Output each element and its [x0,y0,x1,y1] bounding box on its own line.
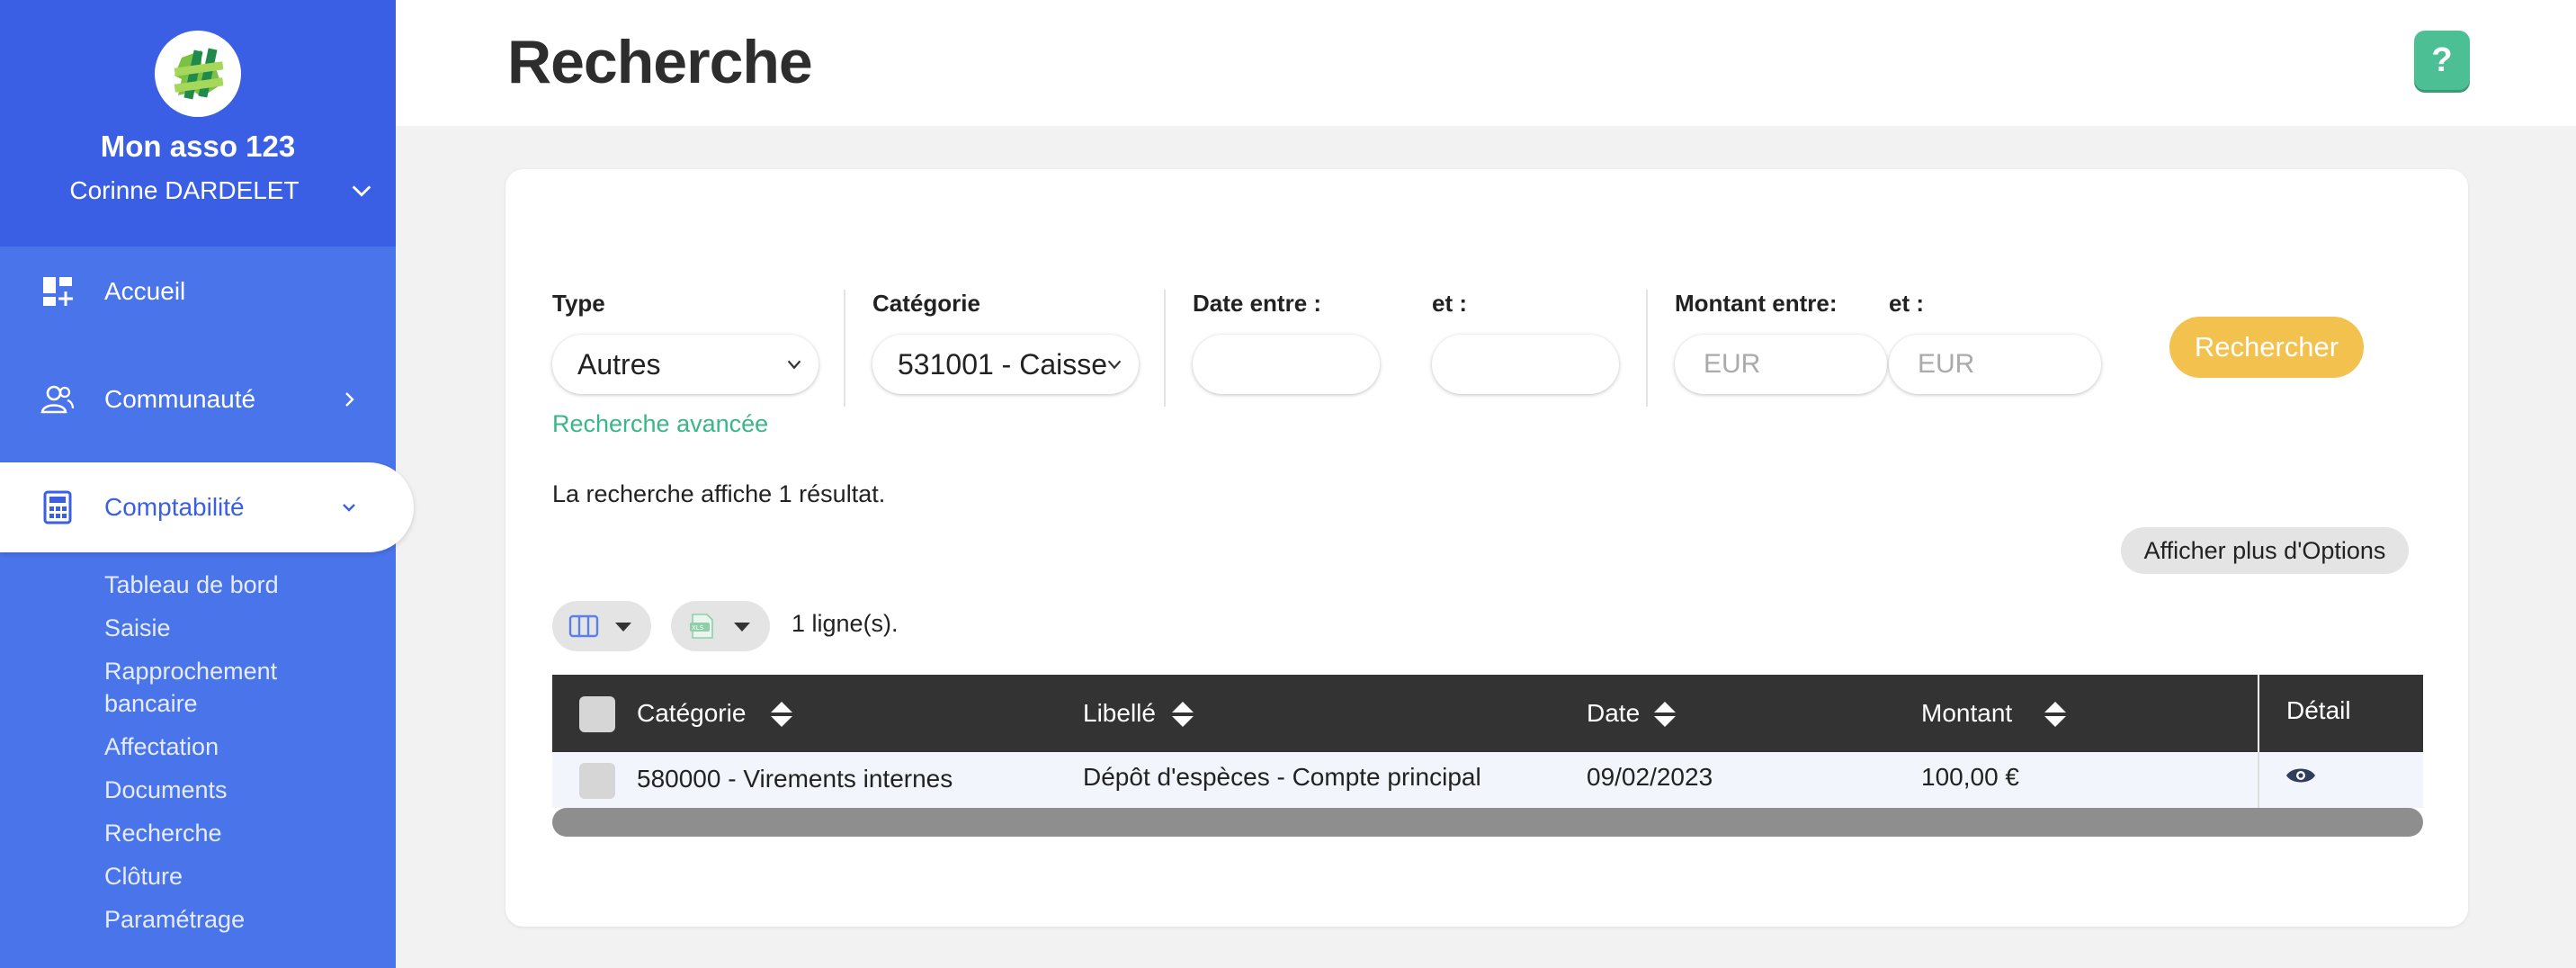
sidebar-item-label: Comptabilité [104,493,245,521]
date-from-label: Date entre : [1193,290,1322,317]
top-bar: Recherche ? [396,0,2576,126]
column-header-montant[interactable]: Montant [1921,675,2066,752]
eye-icon[interactable] [2285,765,2317,786]
advanced-search-link[interactable]: Recherche avancée [552,410,768,438]
sort-icon[interactable] [2042,700,2069,729]
subnav-cloture[interactable]: Clôture [104,860,279,892]
amount-to-label: et : [1889,290,1924,317]
row-checkbox[interactable] [579,763,615,799]
sort-icon[interactable] [1169,700,1196,729]
excel-export-icon: XLS [690,614,713,639]
amount-from-input[interactable]: EUR [1675,335,1887,394]
page-title: Recherche [507,28,813,96]
sort-icon[interactable] [1651,700,1678,729]
subnav-rapprochement-bancaire[interactable]: bancaire [104,687,279,720]
search-button[interactable]: Rechercher [2169,317,2364,378]
sidebar-item-communaute[interactable]: Communauté [0,354,396,444]
column-header-categorie[interactable]: Catégorie [637,675,792,752]
cell-date: 09/02/2023 [1587,763,1713,791]
help-button[interactable]: ? [2414,31,2470,90]
caret-down-icon [615,623,631,632]
type-select-value: Autres [577,348,661,381]
sort-icon[interactable] [768,700,795,729]
column-header-label: Montant [1921,699,2013,727]
org-name: Mon asso 123 [100,130,296,163]
amount-to-input[interactable]: EUR [1889,335,2101,394]
users-icon [40,385,75,414]
column-header-libelle[interactable]: Libellé [1083,675,1194,752]
column-header-detail: Détail [2258,675,2423,752]
category-select-value: 531001 - Caisse [898,348,1108,381]
sidebar-header: Mon asso 123 Corinne DARDELET [0,0,396,246]
cell-categorie: 580000 - Virements internes [637,765,953,793]
type-select[interactable]: Autres [552,335,818,394]
calculator-icon [43,490,72,524]
sidebar: Mon asso 123 Corinne DARDELET Accueil Co… [0,0,414,968]
caret-down-icon [734,623,750,632]
columns-toggle-button[interactable] [552,601,651,651]
type-label: Type [552,290,605,317]
subnav-saisie[interactable]: Saisie [104,612,279,644]
subnav-parametrage[interactable]: Paramétrage [104,903,279,936]
column-header-label: Catégorie [637,699,747,727]
chevron-down-icon [1107,360,1122,370]
subnav-affectation[interactable]: Affectation [104,730,279,763]
export-button[interactable]: XLS [671,601,770,651]
chevron-down-icon [787,360,801,370]
column-header-date[interactable]: Date [1587,675,1676,752]
filter-divider [1164,290,1166,407]
chevron-down-icon[interactable] [349,178,374,203]
search-card: Type Autres Catégorie 531001 - Caisse Da… [505,169,2468,927]
column-header-label: Date [1587,699,1641,727]
dashboard-icon [43,277,73,306]
sidebar-subnav: Tableau de bord Saisie Rapprochement ban… [104,569,279,936]
svg-text:XLS: XLS [692,624,704,632]
cell-libelle: Dépôt d'espèces - Compte principal [1083,763,1481,791]
category-select[interactable]: 531001 - Caisse [872,335,1139,394]
cell-montant: 100,00 € [1921,763,2019,791]
sidebar-item-accueil[interactable]: Accueil [0,246,396,336]
rows-count: 1 ligne(s). [792,610,899,637]
table-header: Catégorie Libellé Date Montant Détail [552,675,2423,752]
chevron-down-icon [343,504,355,512]
table-row[interactable]: 580000 - Virements internes Dépôt d'espè… [552,752,2423,808]
sidebar-item-label: Communauté [104,385,256,413]
horizontal-scrollbar[interactable] [552,808,2423,837]
logo-icon [155,31,241,117]
subnav-recherche[interactable]: Recherche [104,817,279,849]
more-options-button[interactable]: Afficher plus d'Options [2121,527,2409,574]
subnav-tableau-de-bord[interactable]: Tableau de bord [104,569,279,601]
result-summary: La recherche affiche 1 résultat. [552,480,886,507]
filter-divider [844,290,845,407]
chevron-right-icon [345,392,354,407]
column-header-label: Libellé [1083,699,1156,727]
sidebar-item-comptabilite[interactable]: Comptabilité [0,462,414,552]
cell-detail [2258,752,2423,808]
user-name[interactable]: Corinne DARDELET [0,176,369,205]
amount-from-label: Montant entre: [1675,290,1838,317]
columns-icon [568,614,599,638]
date-to-label: et : [1432,290,1467,317]
select-all-checkbox[interactable] [579,696,615,732]
sidebar-item-label: Accueil [104,277,186,305]
subnav-documents[interactable]: Documents [104,774,279,806]
subnav-rapprochement[interactable]: Rapprochement [104,655,279,687]
category-label: Catégorie [872,290,980,317]
date-to-input[interactable] [1432,335,1619,394]
date-from-input[interactable] [1193,335,1380,394]
filter-divider [1646,290,1648,407]
